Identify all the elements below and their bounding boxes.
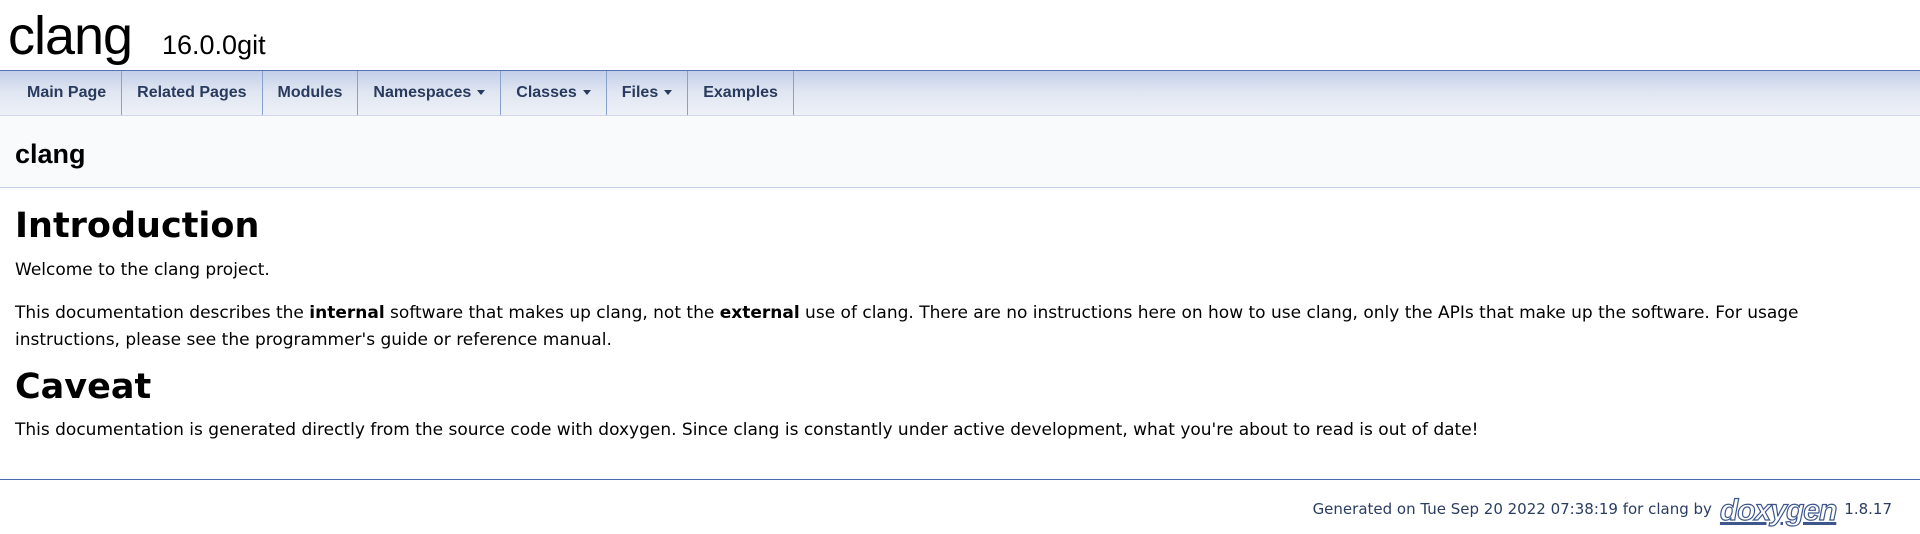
external-bold-text: external — [719, 303, 800, 323]
nav-examples[interactable]: Examples — [688, 71, 794, 115]
main-navbar: Main Page Related Pages Modules Namespac… — [0, 71, 1920, 116]
nav-namespaces-label: Namespaces — [373, 84, 472, 101]
footer: Generated on Tue Sep 20 2022 07:38:19 fo… — [1312, 494, 1892, 526]
page-title: clang — [15, 139, 86, 169]
nav-classes[interactable]: Classes — [501, 71, 607, 115]
description-text-1: This documentation describes the — [15, 303, 310, 323]
description-paragraph: This documentation describes the interna… — [15, 300, 1905, 354]
dropdown-caret-icon — [664, 89, 673, 95]
welcome-text: Welcome to the clang project. — [15, 260, 270, 280]
caveat-text: This documentation is generated directly… — [15, 420, 1479, 440]
nav-files[interactable]: Files — [607, 71, 689, 115]
nav-modules[interactable]: Modules — [263, 71, 359, 115]
footer-generated-text: Generated on Tue Sep 20 2022 07:38:19 fo… — [1312, 500, 1712, 518]
project-number: 16.0.0git — [162, 30, 266, 60]
doxygen-logo-link[interactable]: doxygen — [1719, 495, 1838, 526]
dropdown-caret-icon — [477, 89, 486, 95]
nav-main-page[interactable]: Main Page — [0, 71, 123, 115]
caveat-heading: Caveat — [15, 367, 152, 407]
introduction-heading: Introduction — [15, 206, 260, 246]
nav-classes-label: Classes — [516, 84, 577, 101]
nav-files-label: Files — [621, 84, 659, 101]
page-header: clang — [0, 116, 1920, 188]
doxygen-version: 1.8.17 — [1844, 500, 1892, 518]
project-name: clang — [8, 6, 133, 66]
description-text-2: software that makes up clang, not the — [384, 303, 720, 323]
nav-related-pages[interactable]: Related Pages — [122, 71, 263, 115]
dropdown-caret-icon — [582, 89, 591, 95]
nav-related-pages-label: Related Pages — [137, 84, 247, 101]
internal-bold-text: internal — [309, 303, 385, 323]
title-area: clang 16.0.0git — [0, 0, 1920, 71]
footer-divider — [0, 479, 1920, 480]
nav-main-page-label: Main Page — [27, 84, 107, 101]
nav-modules-label: Modules — [277, 84, 343, 101]
nav-examples-label: Examples — [703, 84, 778, 101]
nav-namespaces[interactable]: Namespaces — [358, 71, 502, 115]
page-contents: Introduction Welcome to the clang projec… — [0, 205, 1920, 444]
